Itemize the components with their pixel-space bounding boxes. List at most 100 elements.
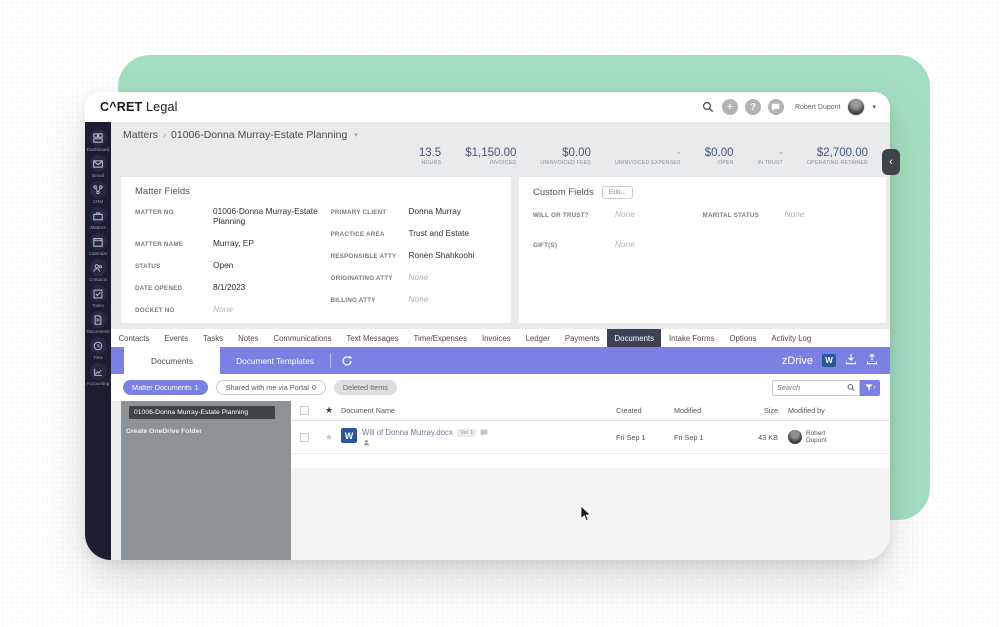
titlebar-actions: + ? Robert Dupont ▾ (702, 98, 876, 116)
row-modified-by: Robert Dupont (788, 430, 884, 445)
filter-count: 1 (195, 383, 199, 392)
stat-in-trust: - IN TRUST (758, 147, 783, 166)
upload-icon[interactable] (866, 352, 878, 370)
zdrive-label: zDrive (782, 355, 813, 367)
tab-ledger[interactable]: Ledger (518, 329, 557, 347)
breadcrumb-caret-icon[interactable]: ▾ (354, 131, 358, 139)
sidebar-item-contacts[interactable]: Contacts (85, 259, 111, 282)
document-name[interactable]: Will of Donna Murray.docx (362, 428, 453, 437)
tab-contacts[interactable]: Contacts (111, 329, 157, 347)
filter-shared-portal[interactable]: Shared with me via Portal 0 (216, 380, 326, 395)
edit-custom-fields-button[interactable]: Edit... (602, 186, 633, 199)
tab-intake-forms[interactable]: Intake Forms (661, 329, 722, 347)
stat-invoiced: $1,150.00 INVOICED (465, 147, 516, 166)
tab-tasks[interactable]: Tasks (196, 329, 231, 347)
custom-fields-card: Custom Fields Edit... WILL OR TRUST? Non… (519, 177, 886, 323)
folder-tree-selected-item[interactable]: 01006-Donna Murray-Estate Planning (129, 406, 275, 419)
refresh-icon[interactable] (341, 347, 353, 374)
sidebar-item-email[interactable]: Email (85, 155, 111, 178)
tab-events[interactable]: Events (157, 329, 196, 347)
email-icon (90, 155, 107, 172)
sidebar-item-documents[interactable]: Documents (85, 311, 111, 334)
row-star-icon[interactable]: ★ (317, 432, 341, 443)
user-name: Robert Dupont (795, 104, 841, 111)
matter-stats: 13.5 HOURS $1,150.00 INVOICED $0.00 UNIN… (111, 141, 890, 177)
tab-time-expenses[interactable]: Time/Expenses (406, 329, 474, 347)
field-primary-client: PRIMARY CLIENT Donna Murray (330, 206, 497, 216)
col-size[interactable]: Size (742, 406, 788, 415)
tab-text-messages[interactable]: Text Messages (339, 329, 406, 347)
documents-subtab[interactable]: Documents (124, 347, 220, 374)
filter-matter-documents[interactable]: Matter Documents 1 (123, 380, 208, 395)
col-document-name[interactable]: Document Name (341, 406, 616, 415)
field-status: STATUS Open (135, 260, 330, 270)
col-modified-by[interactable]: Modified by (788, 406, 884, 415)
star-column-header-icon[interactable]: ★ (317, 405, 341, 416)
stat-hours: 13.5 HOURS (419, 147, 441, 166)
col-created[interactable]: Created (616, 406, 674, 415)
search-icon[interactable] (702, 101, 715, 114)
collapse-panel-handle[interactable]: ‹ (882, 149, 900, 175)
user-avatar[interactable] (847, 98, 865, 116)
documents-toolbar: Documents Document Templates zDrive W (111, 347, 890, 374)
app-titlebar: C^RET Legal + ? Robert Dupont ▾ (85, 92, 890, 122)
funnel-icon (865, 384, 873, 392)
briefcase-icon (90, 207, 107, 224)
field-matter-name: MATTER NAME Murray, EP (135, 238, 330, 248)
tab-activity-log[interactable]: Activity Log (764, 329, 819, 347)
sidebar-item-crm[interactable]: CRM (85, 181, 111, 204)
tab-notes[interactable]: Notes (231, 329, 266, 347)
calendar-icon (90, 233, 107, 250)
sidebar-item-accounting[interactable]: Accounting (85, 363, 111, 386)
tab-payments[interactable]: Payments (557, 329, 607, 347)
tab-options[interactable]: Options (722, 329, 764, 347)
comment-icon[interactable] (480, 429, 488, 437)
tasks-icon (90, 285, 107, 302)
row-checkbox[interactable] (300, 433, 309, 442)
sidebar-item-tasks[interactable]: Tasks (85, 285, 111, 308)
field-billing-atty: BILLING ATTY None (330, 294, 497, 304)
search-input[interactable] (777, 383, 847, 392)
filter-funnel-button[interactable]: › (860, 380, 880, 396)
breadcrumb-section[interactable]: Matters (123, 129, 158, 141)
help-button[interactable]: ? (745, 99, 761, 115)
sidebar-item-dashboard[interactable]: Dashboard (85, 129, 111, 152)
field-practice-area: PRACTICE AREA Trust and Estate (330, 228, 497, 238)
breadcrumb-separator: › (163, 130, 166, 140)
add-button[interactable]: + (722, 99, 738, 115)
tab-invoices[interactable]: Invoices (474, 329, 518, 347)
chat-button[interactable] (768, 99, 784, 115)
create-onedrive-folder-link[interactable]: Create OneDrive Folder (121, 419, 291, 444)
stat-operating-retainer: $2,700.00 OPERATING RETAINER (807, 147, 868, 166)
search-input-wrap (772, 380, 860, 396)
field-matter-no: MATTER NO 01006-Donna Murray-Estate Plan… (135, 206, 330, 226)
matter-fields-card: Matter Fields MATTER NO 01006-Donna Murr… (121, 177, 511, 323)
contacts-icon (90, 259, 107, 276)
table-row[interactable]: ★ W Will of Donna Murray.docx Ver 1 (291, 421, 890, 454)
sidebar-item-calendar[interactable]: Calendar (85, 233, 111, 256)
clock-icon (90, 337, 107, 354)
chevron-left-icon: ‹ (889, 156, 893, 168)
user-menu-caret-icon[interactable]: ▾ (872, 103, 876, 111)
row-modified: Fri Sep 1 (674, 433, 742, 442)
folder-tree: 01006-Donna Murray-Estate Planning Creat… (121, 401, 291, 560)
caret-legal-logo: C^RET Legal (100, 100, 178, 114)
col-modified[interactable]: Modified (674, 406, 742, 415)
person-icon (363, 439, 370, 446)
document-templates-subtab[interactable]: Document Templates (220, 347, 330, 374)
filter-deleted-items[interactable]: Deleted Items (334, 380, 397, 395)
sidebar-item-time[interactable]: Time (85, 337, 111, 360)
breadcrumb-current: 01006-Donna Murray-Estate Planning (171, 129, 347, 141)
field-originating-atty: ORIGINATING ATTY None (330, 272, 497, 282)
row-created: Fri Sep 1 (616, 433, 674, 442)
sidebar-item-matters[interactable]: Matters (85, 207, 111, 230)
stat-uninvoiced-expenses: - UNINVOICED EXPENSES (615, 147, 681, 166)
word-app-icon[interactable]: W (822, 354, 836, 367)
nav-sidebar: Dashboard Email CRM Matters Calendar (85, 122, 111, 560)
tab-documents[interactable]: Documents (607, 329, 661, 347)
chart-icon (90, 363, 107, 380)
select-all-checkbox[interactable] (300, 406, 309, 415)
tab-communications[interactable]: Communications (266, 329, 339, 347)
download-icon[interactable] (845, 352, 857, 370)
documents-panel: 01006-Donna Murray-Estate Planning Creat… (111, 401, 890, 560)
